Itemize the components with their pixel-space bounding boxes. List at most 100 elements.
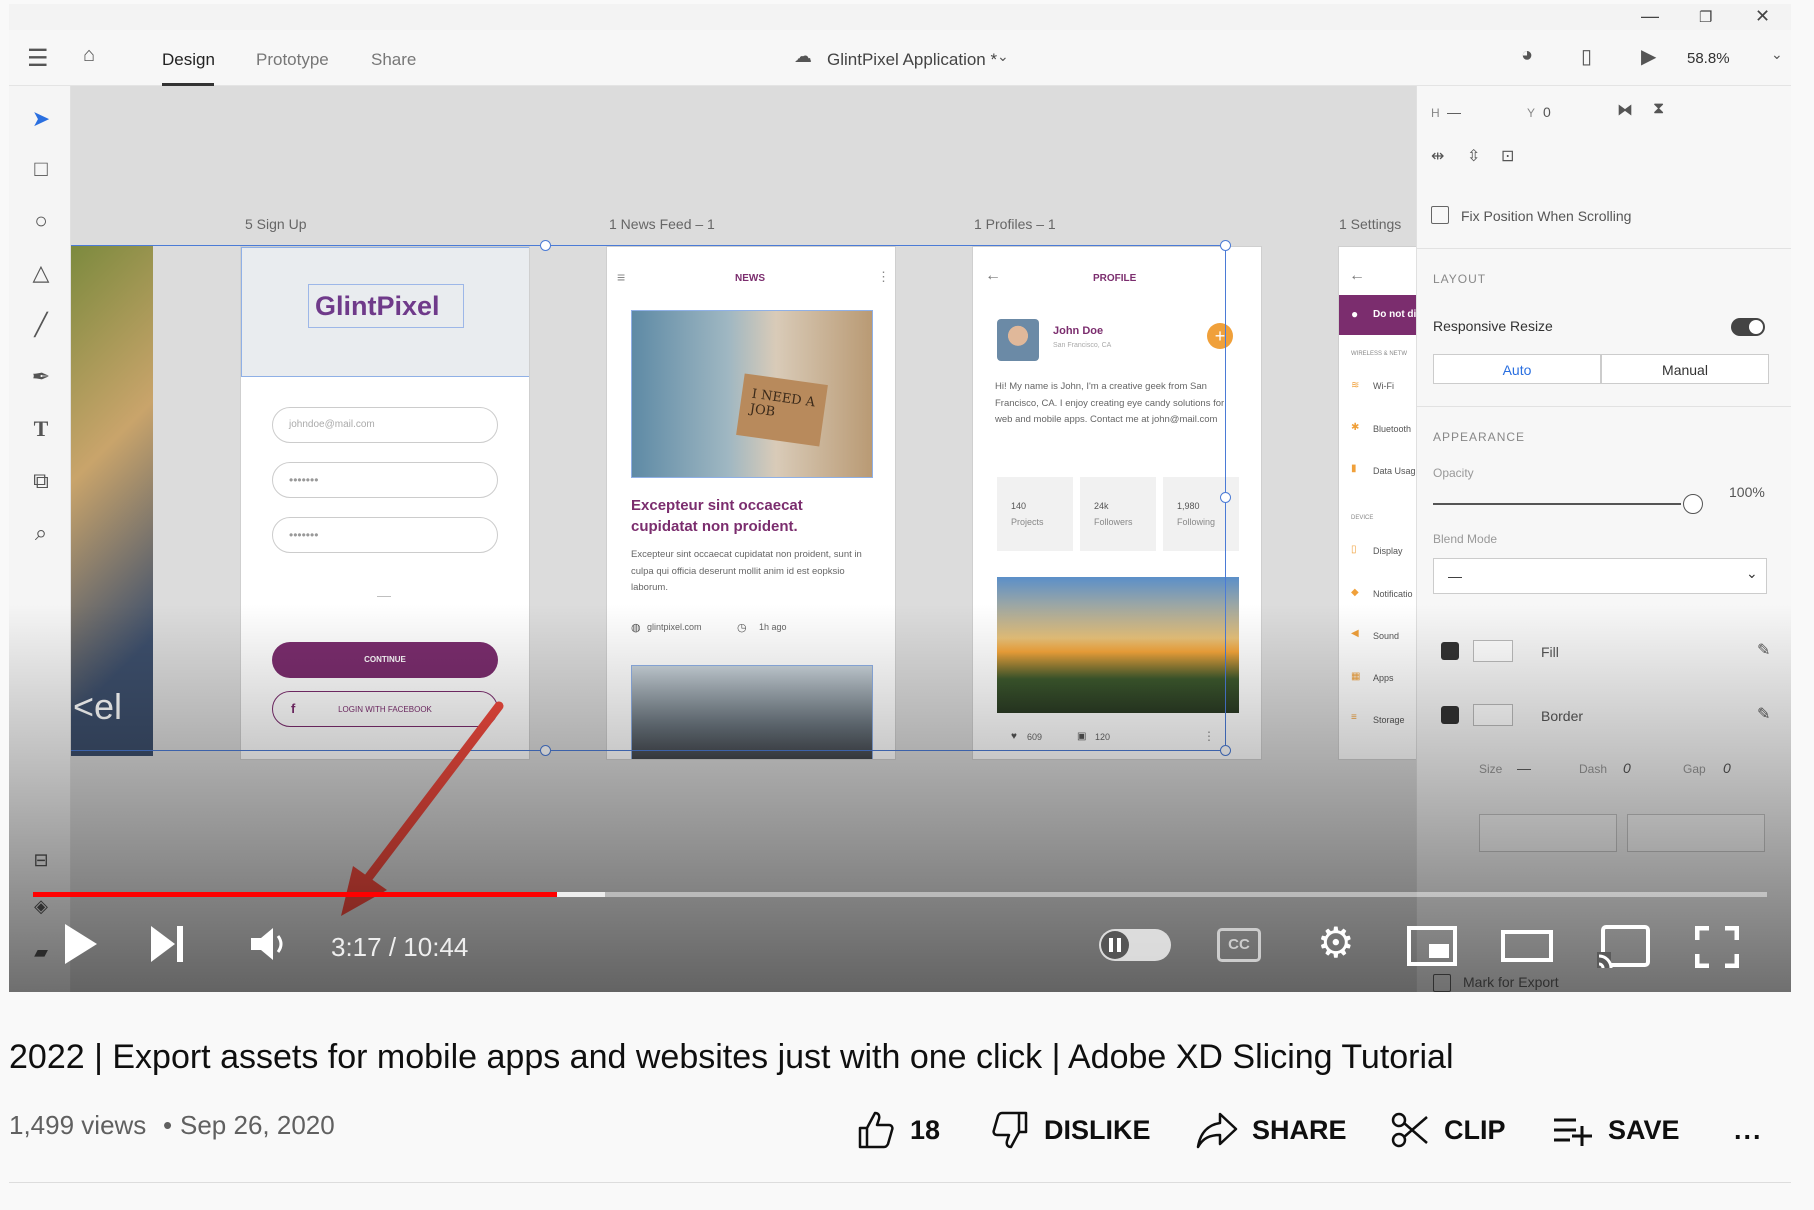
size-value[interactable]: — bbox=[1517, 760, 1531, 776]
zoom-level[interactable]: 58.8% bbox=[1687, 50, 1730, 67]
selection-handle[interactable] bbox=[540, 745, 551, 756]
selection-handle[interactable] bbox=[1220, 492, 1231, 503]
triangle-tool-icon[interactable]: △ bbox=[29, 260, 53, 286]
toggle-knob bbox=[1749, 320, 1763, 334]
volume-icon[interactable] bbox=[249, 926, 291, 962]
assets-panel-icon[interactable]: ⊟ bbox=[29, 850, 53, 871]
border-cap-group[interactable] bbox=[1627, 814, 1765, 852]
opacity-slider-thumb[interactable] bbox=[1683, 494, 1703, 514]
settings-back-icon[interactable]: ← bbox=[1349, 267, 1365, 285]
gap-value[interactable]: 0 bbox=[1723, 760, 1731, 776]
settings-item[interactable]: Data Usag bbox=[1373, 466, 1416, 476]
artboard-label-signup[interactable]: 5 Sign Up bbox=[245, 216, 306, 232]
miniplayer-icon[interactable] bbox=[1407, 926, 1457, 966]
blend-mode-select[interactable]: — ⌄ bbox=[1433, 558, 1767, 594]
home-icon[interactable]: ⌂ bbox=[83, 44, 95, 67]
theater-mode-icon[interactable] bbox=[1501, 930, 1553, 962]
fit-content-icon[interactable]: ⊡ bbox=[1501, 146, 1514, 166]
settings-gear-icon[interactable]: ⚙ bbox=[1317, 918, 1355, 967]
minimize-icon[interactable]: — bbox=[1641, 6, 1659, 27]
distribute-horizontal-icon[interactable]: ⇹ bbox=[1431, 146, 1444, 166]
opacity-slider-track[interactable] bbox=[1433, 503, 1681, 505]
like-button[interactable]: 18 bbox=[856, 1108, 940, 1152]
distribute-vertical-icon[interactable]: ⇳ bbox=[1467, 146, 1480, 166]
layers-panel-icon[interactable]: ◈ bbox=[29, 896, 53, 917]
settings-item[interactable]: Sound bbox=[1373, 631, 1399, 641]
border-swatch[interactable] bbox=[1473, 704, 1513, 726]
artboard-label-news[interactable]: 1 News Feed – 1 bbox=[609, 216, 715, 232]
selection-handle[interactable] bbox=[1220, 240, 1231, 251]
artboard-label-profile[interactable]: 1 Profiles – 1 bbox=[974, 216, 1056, 232]
blend-mode-label: Blend Mode bbox=[1433, 532, 1498, 546]
device-preview-icon[interactable]: ▯ bbox=[1581, 44, 1592, 69]
fix-position-checkbox[interactable] bbox=[1431, 206, 1449, 224]
selection-handle[interactable] bbox=[1220, 745, 1231, 756]
opacity-value[interactable]: 100% bbox=[1729, 484, 1765, 500]
tab-share[interactable]: Share bbox=[371, 50, 416, 70]
tab-prototype[interactable]: Prototype bbox=[256, 50, 329, 70]
settings-item[interactable]: Storage bbox=[1373, 715, 1405, 725]
play-preview-icon[interactable]: ▶ bbox=[1641, 44, 1656, 69]
auto-label: Auto bbox=[1502, 362, 1532, 378]
settings-item[interactable]: Notificatio bbox=[1373, 589, 1413, 599]
clip-button[interactable]: CLIP bbox=[1390, 1108, 1506, 1152]
tab-design[interactable]: Design bbox=[162, 50, 215, 70]
flip-vertical-icon[interactable]: ⧗ bbox=[1653, 100, 1664, 118]
autoplay-toggle[interactable] bbox=[1099, 929, 1171, 961]
play-icon[interactable] bbox=[63, 922, 99, 966]
plugins-panel-icon[interactable]: ▰ bbox=[29, 942, 53, 963]
cast-icon[interactable] bbox=[1597, 924, 1651, 968]
save-button[interactable]: SAVE bbox=[1552, 1108, 1680, 1152]
responsive-resize-toggle[interactable] bbox=[1731, 318, 1765, 336]
resize-auto-segment[interactable]: Auto bbox=[1433, 354, 1601, 384]
flip-horizontal-icon[interactable]: ⧓ bbox=[1617, 100, 1633, 120]
settings-item[interactable]: Apps bbox=[1373, 673, 1394, 683]
chevron-down-icon[interactable]: ⌄ bbox=[997, 48, 1009, 65]
y-value[interactable]: 0 bbox=[1543, 104, 1551, 120]
close-icon[interactable]: ✕ bbox=[1755, 6, 1770, 27]
design-canvas[interactable]: <el 5 Sign Up 1 News Feed – 1 1 Profiles… bbox=[71, 86, 1438, 992]
time-display: 3:17 / 10:44 bbox=[331, 932, 469, 962]
fill-eyedropper-icon[interactable]: ✎ bbox=[1757, 640, 1770, 660]
zoom-tool-icon[interactable]: ⌕ bbox=[29, 520, 53, 546]
progress-bar-played[interactable] bbox=[33, 892, 557, 897]
restore-icon[interactable]: ❐ bbox=[1699, 8, 1712, 26]
settings-item[interactable]: Wi-Fi bbox=[1373, 381, 1394, 391]
text-tool-icon[interactable]: T bbox=[29, 416, 53, 442]
mark-export-checkbox[interactable] bbox=[1433, 974, 1451, 992]
video-player[interactable]: — ❐ ✕ ☰ ⌂ Design Prototype Share ☁ Glint… bbox=[9, 4, 1791, 992]
fullscreen-icon[interactable] bbox=[1695, 926, 1739, 968]
fill-swatch[interactable] bbox=[1473, 640, 1513, 662]
rectangle-tool-icon[interactable]: □ bbox=[29, 156, 53, 182]
resize-manual-segment[interactable]: Manual bbox=[1601, 354, 1769, 384]
height-value[interactable]: — bbox=[1447, 104, 1461, 120]
toggle-dot-icon: ● bbox=[1351, 307, 1359, 321]
opacity-label: Opacity bbox=[1433, 466, 1474, 480]
dash-value[interactable]: 0 bbox=[1623, 760, 1631, 776]
artboard-tool-icon[interactable]: ⧉ bbox=[29, 468, 53, 494]
selection-bounding-box[interactable] bbox=[71, 245, 1226, 751]
border-position-group[interactable] bbox=[1479, 814, 1617, 852]
storage-icon: ≡ bbox=[1351, 712, 1357, 723]
fill-checkbox[interactable] bbox=[1441, 642, 1459, 660]
selection-handle[interactable] bbox=[540, 240, 551, 251]
line-tool-icon[interactable]: ╱ bbox=[29, 312, 53, 338]
blend-chevron-icon: ⌄ bbox=[1746, 565, 1758, 581]
hamburger-menu-icon[interactable]: ☰ bbox=[27, 44, 49, 73]
select-tool-icon[interactable]: ➤ bbox=[29, 106, 53, 132]
settings-item[interactable]: Bluetooth bbox=[1373, 424, 1411, 434]
captions-icon[interactable]: CC bbox=[1217, 928, 1261, 962]
more-actions-button[interactable]: ... bbox=[1734, 1108, 1763, 1152]
ellipse-tool-icon[interactable]: ○ bbox=[29, 208, 53, 234]
account-icon[interactable]: ◕ bbox=[1521, 44, 1533, 67]
next-video-icon[interactable] bbox=[149, 924, 187, 964]
border-eyedropper-icon[interactable]: ✎ bbox=[1757, 704, 1770, 724]
zoom-chevron-icon[interactable]: ⌄ bbox=[1771, 46, 1783, 63]
document-title[interactable]: GlintPixel Application * bbox=[827, 50, 997, 70]
share-button[interactable]: SHARE bbox=[1196, 1108, 1347, 1152]
artboard-label-settings[interactable]: 1 Settings bbox=[1339, 216, 1401, 232]
settings-item[interactable]: Display bbox=[1373, 546, 1403, 556]
pen-tool-icon[interactable]: ✒ bbox=[29, 364, 53, 390]
dislike-button[interactable]: DISLIKE bbox=[990, 1108, 1151, 1152]
border-checkbox[interactable] bbox=[1441, 706, 1459, 724]
